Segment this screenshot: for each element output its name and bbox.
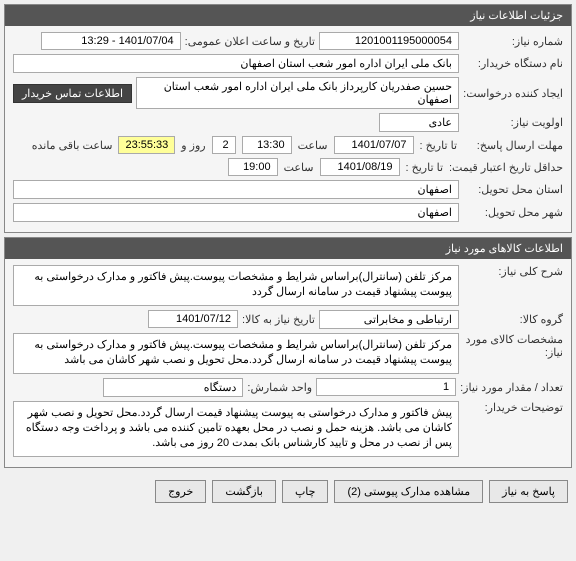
creator-value: حسین صفدریان کارپرداز بانک ملی ایران ادا… — [136, 77, 459, 109]
contact-buyer-button[interactable]: اطلاعات تماس خریدار — [13, 84, 132, 103]
unit-label: واحد شمارش: — [247, 381, 312, 394]
need-details-panel: جزئیات اطلاعات نیاز شماره نیاز: 12010011… — [4, 4, 572, 233]
group-date-value: 1401/07/12 — [148, 310, 238, 328]
spec-value: مرکز تلفن (سانترال)براساس شرایط و مشخصات… — [13, 333, 459, 374]
group-value: ارتباطی و مخابراتی — [319, 310, 459, 329]
deadline-days: 2 — [212, 136, 236, 154]
unit-value: دستگاه — [103, 378, 243, 397]
req-no-label: شماره نیاز: — [463, 35, 563, 48]
delivery-prov-label: استان محل تحویل: — [463, 183, 563, 196]
deadline-time-label: ساعت — [298, 139, 328, 152]
delivery-city-label: شهر محل تحویل: — [463, 206, 563, 219]
deadline-date: 1401/07/07 — [334, 136, 414, 154]
announce-label: تاریخ و ساعت اعلان عمومی: — [185, 35, 315, 48]
view-attachments-button[interactable]: مشاهده مدارک پیوستی (2) — [334, 480, 483, 503]
deadline-remain-label: ساعت باقی مانده — [32, 139, 113, 152]
buyer-label: نام دستگاه خریدار: — [463, 57, 563, 70]
panel1-title: جزئیات اطلاعات نیاز — [5, 5, 571, 26]
qty-value: 1 — [316, 378, 456, 396]
deadline-days-label: روز و — [181, 139, 205, 152]
req-no-value: 1201001195000054 — [319, 32, 459, 50]
footer-toolbar: پاسخ به نیاز مشاهده مدارک پیوستی (2) چاپ… — [0, 472, 576, 511]
announce-value: 1401/07/04 - 13:29 — [41, 32, 181, 50]
group-date-label: تاریخ نیاز به کالا: — [242, 313, 315, 326]
panel2-title: اطلاعات کالاهای مورد نیاز — [5, 238, 571, 259]
min-validity-time-label: ساعت — [284, 161, 314, 174]
desc-label: شرح کلی نیاز: — [463, 265, 563, 278]
min-validity-to-label: تا تاریخ : — [406, 161, 443, 174]
deadline-to-label: تا تاریخ : — [420, 139, 457, 152]
deadline-countdown: 23:55:33 — [118, 136, 175, 154]
panel2-body: شرح کلی نیاز: مرکز تلفن (سانترال)براساس … — [5, 259, 571, 467]
min-validity-date: 1401/08/19 — [320, 158, 400, 176]
desc-value: مرکز تلفن (سانترال)براساس شرایط و مشخصات… — [13, 265, 459, 306]
deadline-time: 13:30 — [242, 136, 292, 154]
min-validity-time: 19:00 — [228, 158, 278, 176]
panel1-body: شماره نیاز: 1201001195000054 تاریخ و ساع… — [5, 26, 571, 232]
priority-label: اولویت نیاز: — [463, 116, 563, 129]
notes-label: توضیحات خریدار: — [463, 401, 563, 414]
min-validity-label: حداقل تاریخ اعتبار قیمت: — [449, 161, 563, 174]
qty-label: تعداد / مقدار مورد نیاز: — [460, 381, 563, 394]
delivery-prov-value: اصفهان — [13, 180, 459, 199]
goods-info-panel: اطلاعات کالاهای مورد نیاز شرح کلی نیاز: … — [4, 237, 572, 468]
respond-button[interactable]: پاسخ به نیاز — [489, 480, 568, 503]
deadline-label: مهلت ارسال پاسخ: — [463, 139, 563, 152]
print-button[interactable]: چاپ — [282, 480, 329, 503]
back-button[interactable]: بازگشت — [212, 480, 276, 503]
delivery-city-value: اصفهان — [13, 203, 459, 222]
notes-value: پیش فاکتور و مدارک درخواستی به پیوست پیش… — [13, 401, 459, 457]
spec-label: مشخصات کالای مورد نیاز: — [463, 333, 563, 359]
group-label: گروه کالا: — [463, 313, 563, 326]
priority-value: عادی — [379, 113, 459, 132]
exit-button[interactable]: خروج — [155, 480, 206, 503]
creator-label: ایجاد کننده درخواست: — [463, 87, 563, 100]
buyer-value: بانک ملی ایران اداره امور شعب استان اصفه… — [13, 54, 459, 73]
